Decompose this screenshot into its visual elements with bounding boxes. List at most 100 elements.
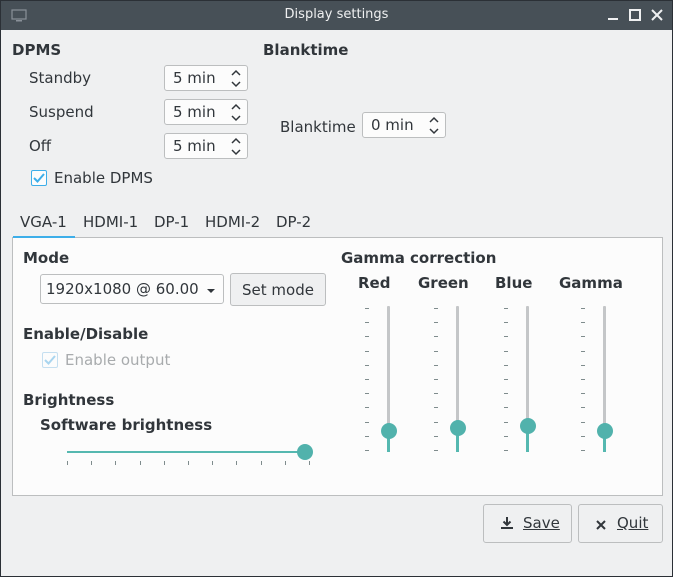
- green-slider-handle[interactable]: [450, 420, 466, 437]
- display-settings-window: Display settings DPMS Standby 5 min Susp…: [0, 0, 673, 577]
- slider-tick: [365, 336, 369, 338]
- slider-tick: [504, 393, 508, 395]
- slider-tick: [365, 322, 369, 324]
- standby-value[interactable]: 5 min: [173, 69, 216, 87]
- maximize-icon[interactable]: [627, 7, 643, 23]
- slider-tick: [115, 461, 117, 465]
- suspend-label: Suspend: [29, 103, 94, 121]
- tab-dp-1[interactable]: DP-1: [154, 213, 189, 239]
- slider-tick: [434, 322, 438, 324]
- brightness-slider-handle[interactable]: [297, 444, 313, 460]
- slider-tick: [581, 364, 585, 366]
- slider-tick: [365, 364, 369, 366]
- slider-tick: [284, 461, 286, 465]
- slider-tick: [365, 450, 369, 451]
- download-icon: [500, 516, 514, 534]
- close-icon[interactable]: [649, 7, 665, 23]
- slider-tick: [504, 308, 508, 309]
- dpms-heading: DPMS: [12, 41, 62, 59]
- slider-tick: [434, 407, 438, 409]
- off-label: Off: [29, 137, 52, 155]
- gamma-slider[interactable]: [581, 306, 617, 456]
- gamma-heading: Gamma correction: [341, 249, 497, 267]
- slider-tick: [365, 393, 369, 395]
- brightness-slider-track[interactable]: [67, 451, 309, 453]
- gamma-blue-label: Blue: [495, 274, 533, 292]
- slider-tick: [365, 435, 369, 437]
- off-spinbox[interactable]: 5 min: [164, 133, 248, 159]
- slider-tick: [434, 421, 438, 423]
- slider-tick: [581, 421, 585, 423]
- slider-tick: [581, 350, 585, 352]
- save-label: Save: [523, 514, 560, 532]
- slider-tick: [581, 308, 585, 309]
- title-bar[interactable]: Display settings: [1, 1, 672, 30]
- quit-button[interactable]: Quit: [578, 504, 663, 543]
- checkmark-icon: [44, 355, 56, 365]
- slider-tick: [365, 407, 369, 409]
- minimize-icon[interactable]: [605, 7, 621, 23]
- slider-tick: [504, 421, 508, 423]
- slider-tick: [365, 421, 369, 423]
- slider-tick: [581, 322, 585, 324]
- standby-spinbox[interactable]: 5 min: [164, 65, 248, 91]
- slider-tick: [504, 350, 508, 352]
- blanktime-value[interactable]: 0 min: [371, 116, 414, 134]
- slider-tick: [504, 364, 508, 366]
- slider-tick: [365, 379, 369, 380]
- slider-tick: [581, 407, 585, 409]
- chevron-down-icon[interactable]: [205, 283, 217, 301]
- set-mode-label: Set mode: [242, 281, 314, 299]
- green-slider[interactable]: [434, 306, 470, 456]
- slider-tick: [309, 461, 310, 465]
- suspend-spinbox[interactable]: 5 min: [164, 99, 248, 125]
- set-mode-button[interactable]: Set mode: [230, 273, 326, 306]
- slider-tick: [365, 308, 369, 309]
- slider-tick: [504, 450, 508, 451]
- gamma-gamma-label: Gamma: [559, 274, 623, 292]
- slider-tick: [163, 461, 165, 465]
- slider-tick: [504, 435, 508, 437]
- slider-tick: [581, 393, 585, 395]
- mode-select[interactable]: 1920x1080 @ 60.00: [40, 274, 224, 304]
- blanktime-heading: Blanktime: [263, 41, 349, 59]
- red-slider[interactable]: [365, 306, 401, 456]
- slider-tick: [188, 461, 189, 465]
- slider-tick: [434, 336, 438, 338]
- spin-arrows-icon[interactable]: [427, 114, 441, 136]
- tab-dp-2[interactable]: DP-2: [276, 213, 311, 239]
- slider-tick: [504, 322, 508, 324]
- enable-disable-heading: Enable/Disable: [23, 325, 149, 343]
- slider-tick: [139, 461, 141, 465]
- slider-tick: [365, 350, 369, 352]
- off-value[interactable]: 5 min: [173, 137, 216, 155]
- brightness-slider[interactable]: [63, 442, 315, 472]
- tab-hdmi-2[interactable]: HDMI-2: [205, 213, 260, 239]
- spin-arrows-icon[interactable]: [229, 135, 243, 157]
- enable-dpms-checkbox[interactable]: [31, 170, 47, 186]
- slider-tick: [581, 379, 585, 380]
- brightness-heading: Brightness: [23, 391, 115, 409]
- client-area: DPMS Standby 5 min Suspend 5 min Off 5 m…: [1, 30, 672, 576]
- slider-tick: [581, 435, 585, 437]
- enable-dpms-label[interactable]: Enable DPMS: [54, 169, 153, 187]
- quit-label: Quit: [617, 514, 649, 532]
- blue-slider[interactable]: [504, 306, 540, 456]
- tab-hdmi-1[interactable]: HDMI-1: [83, 213, 138, 239]
- mode-select-value[interactable]: 1920x1080 @ 60.00: [46, 280, 199, 298]
- gamma-slider-handle[interactable]: [597, 423, 613, 439]
- spin-arrows-icon[interactable]: [229, 67, 243, 89]
- blue-slider-handle[interactable]: [520, 417, 536, 434]
- mode-heading: Mode: [23, 249, 70, 267]
- slider-tick: [212, 461, 214, 465]
- slider-tick: [434, 435, 438, 437]
- blanktime-spinbox[interactable]: 0 min: [362, 112, 446, 138]
- checkmark-icon: [33, 173, 45, 183]
- close-x-icon: [595, 517, 607, 535]
- selected-tab-indicator: [13, 236, 75, 238]
- spin-arrows-icon[interactable]: [229, 101, 243, 123]
- suspend-value[interactable]: 5 min: [173, 103, 216, 121]
- red-slider-handle[interactable]: [381, 423, 397, 439]
- save-button[interactable]: Save: [483, 504, 572, 543]
- slider-tick: [434, 393, 438, 395]
